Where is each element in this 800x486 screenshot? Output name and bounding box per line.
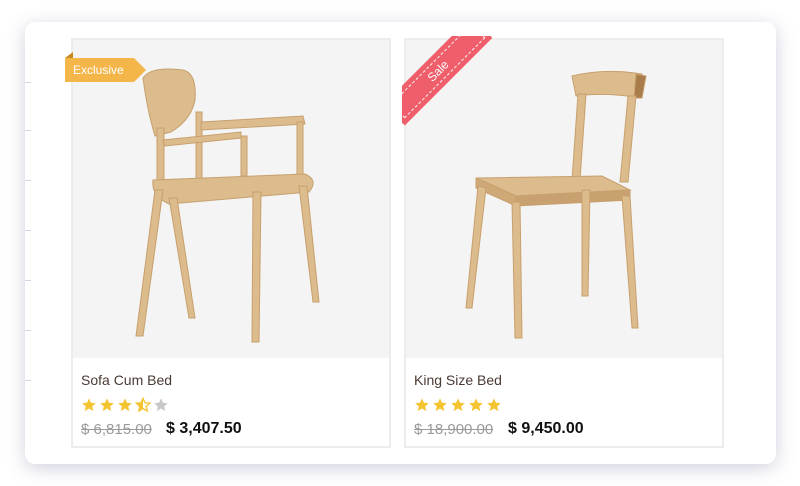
sale-price: $ 9,450.00 [508, 420, 584, 437]
divider [25, 280, 31, 281]
divider [25, 230, 31, 231]
rating-stars [414, 397, 502, 413]
divider [25, 82, 31, 83]
divider [25, 130, 31, 131]
divider [25, 180, 31, 181]
rating-stars [81, 397, 169, 413]
product-card[interactable]: Sale King Size Bed $ 18,900.00 $ 9,450.0… [402, 36, 724, 448]
sale-ribbon: Sale [402, 36, 492, 126]
divider [25, 380, 31, 381]
divider [25, 330, 31, 331]
star-filled-icon [487, 398, 501, 412]
product-image[interactable] [73, 40, 389, 358]
star-filled-icon [433, 398, 447, 412]
exclusive-badge: Exclusive [65, 52, 146, 82]
product-panel: Exclusive Sofa Cum Bed $ 6,815.00 $ 3,40… [25, 22, 776, 464]
star-filled-icon [451, 398, 465, 412]
original-price: $ 6,815.00 [81, 421, 152, 438]
star-half-icon [135, 397, 151, 413]
sale-badge: Sale [402, 36, 490, 123]
star-filled-icon [415, 398, 429, 412]
product-card[interactable]: Exclusive Sofa Cum Bed $ 6,815.00 $ 3,40… [65, 38, 391, 448]
original-price: $ 18,900.00 [414, 421, 494, 438]
armchair-image [135, 68, 320, 343]
product-name[interactable]: King Size Bed [414, 372, 502, 388]
star-filled-icon [118, 398, 132, 412]
star-empty-icon [154, 398, 168, 412]
sale-price: $ 3,407.50 [166, 420, 242, 437]
star-filled-icon [100, 398, 114, 412]
product-name[interactable]: Sofa Cum Bed [81, 372, 172, 388]
star-filled-icon [469, 398, 483, 412]
star-filled-icon [82, 398, 96, 412]
